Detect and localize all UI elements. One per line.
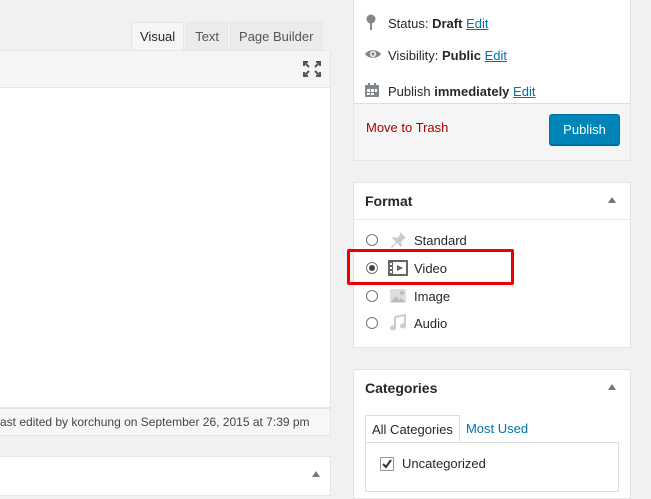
format-title: Format xyxy=(365,193,413,209)
video-highlight-box xyxy=(347,249,514,285)
format-label-image: Image xyxy=(414,288,451,304)
editor-tabs: Visual Text Page Builder xyxy=(131,22,323,50)
status-value: Draft xyxy=(432,16,463,31)
format-label-audio: Audio xyxy=(414,315,448,331)
collapse-arrow-icon[interactable] xyxy=(312,471,320,477)
tab-text[interactable]: Text xyxy=(186,22,229,50)
category-checkbox[interactable] xyxy=(380,456,394,471)
radio-image[interactable] xyxy=(366,290,378,302)
pushpin-icon xyxy=(364,13,382,34)
visibility-label: Visibility: xyxy=(388,48,439,63)
editor-status-bar: ast edited by korchung on September 26, … xyxy=(0,408,331,436)
collapsed-metabox xyxy=(0,456,331,496)
format-box-title[interactable]: Format xyxy=(354,183,630,220)
pushpin-icon xyxy=(388,230,408,250)
move-to-trash-link[interactable]: Move to Trash xyxy=(366,120,448,135)
expand-icon[interactable] xyxy=(303,61,321,82)
schedule-row: Publish immediately Edit xyxy=(364,82,535,101)
radio-standard[interactable] xyxy=(366,234,378,246)
format-label-standard: Standard xyxy=(414,232,467,248)
categories-box-title[interactable]: Categories xyxy=(354,370,630,406)
tab-visual[interactable]: Visual xyxy=(131,22,185,50)
calendar-icon xyxy=(364,82,382,101)
radio-audio[interactable] xyxy=(366,317,378,329)
category-tabs: All Categories Most Used xyxy=(365,415,534,442)
publish-button[interactable]: Publish xyxy=(549,114,620,145)
tab-page-builder[interactable]: Page Builder xyxy=(230,22,323,50)
format-option-audio[interactable]: Audio xyxy=(366,312,447,334)
publish-label: Publish xyxy=(388,84,431,99)
status-label: Status: xyxy=(388,16,429,31)
categories-box: Categories All Categories Most Used Unca… xyxy=(353,369,631,499)
editor-toolbar xyxy=(0,50,331,88)
last-edited-text: ast edited by korchung on September 26, … xyxy=(0,415,310,429)
edit-status-link[interactable]: Edit xyxy=(466,16,488,31)
image-icon xyxy=(388,286,408,306)
format-option-image[interactable]: Image xyxy=(366,285,450,307)
edit-schedule-link[interactable]: Edit xyxy=(513,84,535,99)
tab-most-used[interactable]: Most Used xyxy=(460,415,534,442)
music-note-icon xyxy=(388,313,408,333)
collapse-arrow-icon[interactable] xyxy=(608,197,616,203)
editor-content-area[interactable] xyxy=(0,88,331,408)
publish-actions: Move to Trash Publish xyxy=(354,103,630,160)
visibility-value: Public xyxy=(441,48,481,63)
status-row: Status: Draft Edit xyxy=(364,13,488,34)
tab-all-categories[interactable]: All Categories xyxy=(365,415,460,442)
categories-title: Categories xyxy=(365,380,438,396)
category-label: Uncategorized xyxy=(402,456,486,471)
category-checklist: Uncategorized xyxy=(365,442,619,492)
visibility-row: Visibility: Public Edit xyxy=(364,48,507,63)
format-option-standard[interactable]: Standard xyxy=(366,229,467,251)
eye-icon xyxy=(364,48,382,63)
publish-box: Status: Draft Edit Visibility: Public Ed… xyxy=(353,0,631,161)
publish-value: immediately xyxy=(434,84,510,99)
edit-visibility-link[interactable]: Edit xyxy=(485,48,507,63)
collapse-arrow-icon[interactable] xyxy=(608,384,616,390)
category-item[interactable]: Uncategorized xyxy=(380,456,486,471)
